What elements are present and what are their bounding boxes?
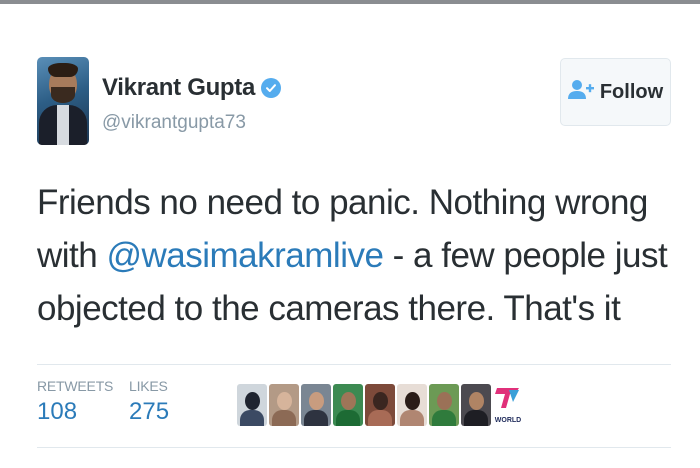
retweets-stat[interactable]: RETWEETS 108 (37, 378, 113, 426)
user-handle[interactable]: @vikrantgupta73 (102, 112, 246, 134)
divider (37, 364, 671, 365)
liker-avatar[interactable] (397, 384, 427, 426)
retweets-count: 108 (37, 398, 78, 425)
verified-badge-icon (261, 78, 282, 98)
liker-avatar[interactable] (333, 384, 363, 426)
liker-avatar[interactable] (429, 384, 459, 426)
liker-avatar[interactable] (269, 384, 299, 426)
display-name[interactable]: Vikrant Gupta (102, 74, 255, 102)
divider (37, 447, 671, 448)
follow-button-label: Follow (599, 80, 664, 103)
liker-avatar[interactable] (301, 384, 331, 426)
liker-avatar[interactable] (365, 384, 395, 426)
t20-logo-icon (495, 388, 519, 408)
mention-link[interactable]: @wasimakramlive (106, 236, 383, 275)
avatar[interactable] (37, 57, 89, 145)
follow-user-icon (567, 79, 594, 106)
likes-count: 275 (129, 398, 170, 425)
likers-avatars: WORLD (237, 384, 523, 426)
likes-label: LIKES (129, 378, 168, 394)
liker-avatar-t20-logo[interactable]: WORLD (493, 384, 523, 426)
follow-button[interactable]: Follow (560, 58, 671, 126)
tweet-text: Friends no need to panic. Nothing wrong … (37, 176, 677, 335)
retweets-label: RETWEETS (37, 378, 114, 394)
author-name-row: Vikrant Gupta (102, 73, 282, 103)
liker-avatar[interactable] (461, 384, 491, 426)
liker-avatar[interactable] (237, 384, 267, 426)
likes-stat[interactable]: LIKES 275 (129, 378, 169, 426)
t20-logo-text: WORLD (494, 417, 522, 424)
